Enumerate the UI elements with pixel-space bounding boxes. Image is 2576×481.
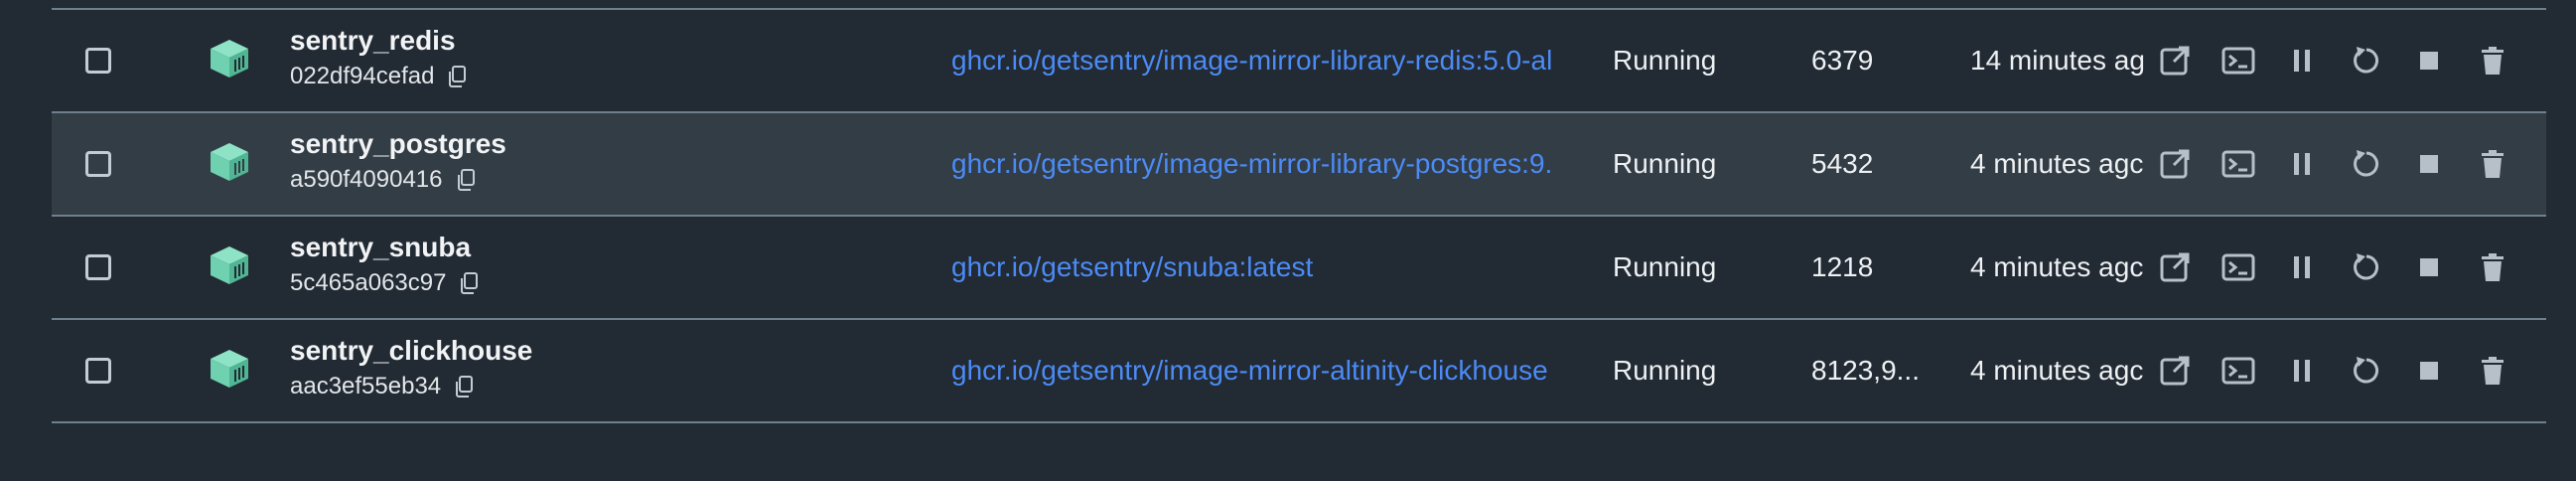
port-text[interactable]: 6379 — [1811, 10, 1873, 111]
pause-icon[interactable] — [2282, 144, 2322, 184]
port-text[interactable]: 8123,9... — [1811, 320, 1920, 421]
container-cube-icon — [211, 143, 248, 181]
terminal-icon[interactable] — [2218, 351, 2258, 391]
container-id: a590f4090416 — [290, 166, 443, 193]
container-cube-icon — [211, 246, 248, 284]
pause-icon[interactable] — [2282, 351, 2322, 391]
terminal-icon[interactable] — [2218, 247, 2258, 287]
container-name[interactable]: sentry_postgres — [290, 127, 506, 161]
restart-icon[interactable] — [2346, 41, 2385, 80]
restart-icon[interactable] — [2346, 144, 2385, 184]
started-text: 14 minutes ag — [1970, 45, 2145, 76]
open-in-browser-icon[interactable] — [2155, 247, 2195, 287]
copy-icon[interactable] — [458, 271, 480, 295]
open-in-browser-icon[interactable] — [2155, 41, 2195, 80]
row-checkbox[interactable] — [85, 358, 111, 384]
delete-icon[interactable] — [2473, 41, 2512, 80]
row-checkbox[interactable] — [85, 254, 111, 280]
open-in-browser-icon[interactable] — [2155, 351, 2195, 391]
container-id: 022df94cefad — [290, 63, 435, 89]
delete-icon[interactable] — [2473, 351, 2512, 391]
delete-icon[interactable] — [2473, 144, 2512, 184]
pause-icon[interactable] — [2282, 247, 2322, 287]
image-link[interactable]: ghcr.io/getsentry/image-mirror-library-r… — [951, 10, 1646, 111]
restart-icon[interactable] — [2346, 247, 2385, 287]
port-text[interactable]: 5432 — [1811, 113, 1873, 215]
image-link[interactable]: ghcr.io/getsentry/snuba:latest — [951, 217, 1646, 318]
stop-icon[interactable] — [2409, 351, 2449, 391]
started-text: 4 minutes agc — [1970, 148, 2144, 179]
started-text: 4 minutes agc — [1970, 355, 2144, 386]
status-text: Running — [1613, 251, 1717, 282]
status-text: Running — [1613, 148, 1717, 179]
container-name[interactable]: sentry_snuba — [290, 231, 480, 264]
copy-icon[interactable] — [453, 375, 475, 399]
copy-icon[interactable] — [446, 65, 468, 88]
image-link[interactable]: ghcr.io/getsentry/image-mirror-altinity-… — [951, 320, 1646, 421]
open-in-browser-icon[interactable] — [2155, 144, 2195, 184]
pause-icon[interactable] — [2282, 41, 2322, 80]
port-text[interactable]: 1218 — [1811, 217, 1873, 318]
container-cube-icon — [211, 40, 248, 78]
row-checkbox[interactable] — [85, 48, 111, 74]
container-id: 5c465a063c97 — [290, 269, 447, 296]
stop-icon[interactable] — [2409, 247, 2449, 287]
table-row[interactable]: sentry_clickhouse aac3ef55eb34 ghcr.io/g… — [52, 320, 2546, 423]
stop-icon[interactable] — [2409, 144, 2449, 184]
container-name[interactable]: sentry_clickhouse — [290, 334, 532, 368]
row-checkbox[interactable] — [85, 151, 111, 177]
stop-icon[interactable] — [2409, 41, 2449, 80]
terminal-icon[interactable] — [2218, 144, 2258, 184]
table-row[interactable]: sentry_snuba 5c465a063c97 ghcr.io/getsen… — [52, 217, 2546, 320]
status-text: Running — [1613, 355, 1717, 386]
status-text: Running — [1613, 45, 1717, 76]
table-row[interactable]: sentry_postgres a590f4090416 ghcr.io/get… — [52, 113, 2546, 217]
restart-icon[interactable] — [2346, 351, 2385, 391]
container-id: aac3ef55eb34 — [290, 373, 442, 400]
container-cube-icon — [211, 350, 248, 388]
terminal-icon[interactable] — [2218, 41, 2258, 80]
container-name[interactable]: sentry_redis — [290, 24, 468, 58]
image-link[interactable]: ghcr.io/getsentry/image-mirror-library-p… — [951, 113, 1646, 215]
copy-icon[interactable] — [455, 168, 477, 192]
table-row[interactable]: sentry_redis 022df94cefad ghcr.io/getsen… — [52, 10, 2546, 113]
delete-icon[interactable] — [2473, 247, 2512, 287]
started-text: 4 minutes agc — [1970, 251, 2144, 282]
